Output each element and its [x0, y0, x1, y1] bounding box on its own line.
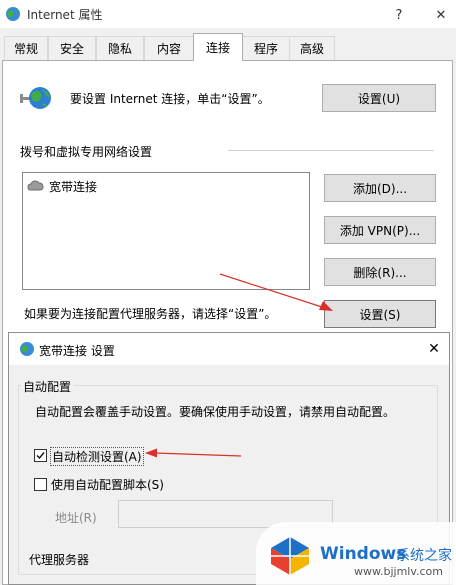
watermark-brand: Windows: [320, 544, 407, 564]
ie-globe-icon: [4, 5, 22, 23]
tab-security[interactable]: 安全: [48, 36, 96, 60]
title-bar: Internet 属性 ? ✕: [0, 0, 456, 28]
dialog-title: 宽带连接 设置: [39, 344, 115, 358]
lan-settings-button[interactable]: 设置(S): [324, 300, 436, 328]
setup-description: 要设置 Internet 连接，单击“设置”。: [70, 92, 270, 106]
network-globe-icon: [20, 84, 54, 112]
add-vpn-button[interactable]: 添加 VPN(P)...: [324, 216, 436, 244]
add-button[interactable]: 添加(D)...: [324, 174, 436, 202]
address-label: 地址(R): [55, 511, 97, 525]
tab-privacy[interactable]: 隐私: [96, 36, 144, 60]
window-title: Internet 属性: [27, 8, 103, 22]
checkmark-icon: [36, 452, 45, 460]
tab-general[interactable]: 常规: [4, 36, 48, 60]
list-item[interactable]: 宽带连接: [27, 177, 97, 195]
tab-connections[interactable]: 连接: [193, 33, 243, 61]
tab-advanced[interactable]: 高级: [289, 36, 335, 60]
setup-button[interactable]: 设置(U): [322, 84, 436, 112]
tab-programs[interactable]: 程序: [242, 36, 290, 60]
broadband-connection-icon: [27, 179, 45, 193]
watermark-url: www.bjjmlv.com: [354, 565, 443, 578]
remove-button[interactable]: 删除(R)...: [324, 258, 436, 286]
annotation-arrow: [145, 448, 242, 458]
auto-config-description: 自动配置会覆盖手动设置。要确保使用手动设置，请禁用自动配置。: [35, 405, 396, 419]
tab-content[interactable]: 内容: [144, 36, 194, 60]
use-script-checkbox[interactable]: [34, 478, 47, 491]
auto-config-group-label: 自动配置: [21, 378, 75, 395]
window-close-button[interactable]: ✕: [426, 0, 456, 30]
dialup-group-label: 拨号和虚拟专用网络设置: [20, 145, 153, 159]
windows-logo-icon: [270, 536, 310, 576]
dialog-close-button[interactable]: ✕: [419, 334, 449, 364]
help-button[interactable]: ?: [384, 0, 414, 30]
dialog-title-bar: 宽带连接 设置 ✕: [9, 333, 449, 365]
watermark-brand-cn: 系统之家: [396, 548, 452, 564]
list-item-label: 宽带连接: [49, 179, 98, 194]
proxy-group-label: 代理服务器: [29, 551, 93, 568]
auto-detect-label[interactable]: 自动检测设置(A): [50, 447, 144, 466]
watermark: Windows 系统之家 www.bjjmlv.com: [256, 522, 456, 585]
annotation-arrow: [219, 273, 333, 311]
auto-detect-checkbox[interactable]: [34, 449, 47, 462]
use-script-label[interactable]: 使用自动配置脚本(S): [51, 476, 164, 493]
group-divider: [228, 150, 434, 151]
dialog-globe-icon: [19, 341, 35, 357]
